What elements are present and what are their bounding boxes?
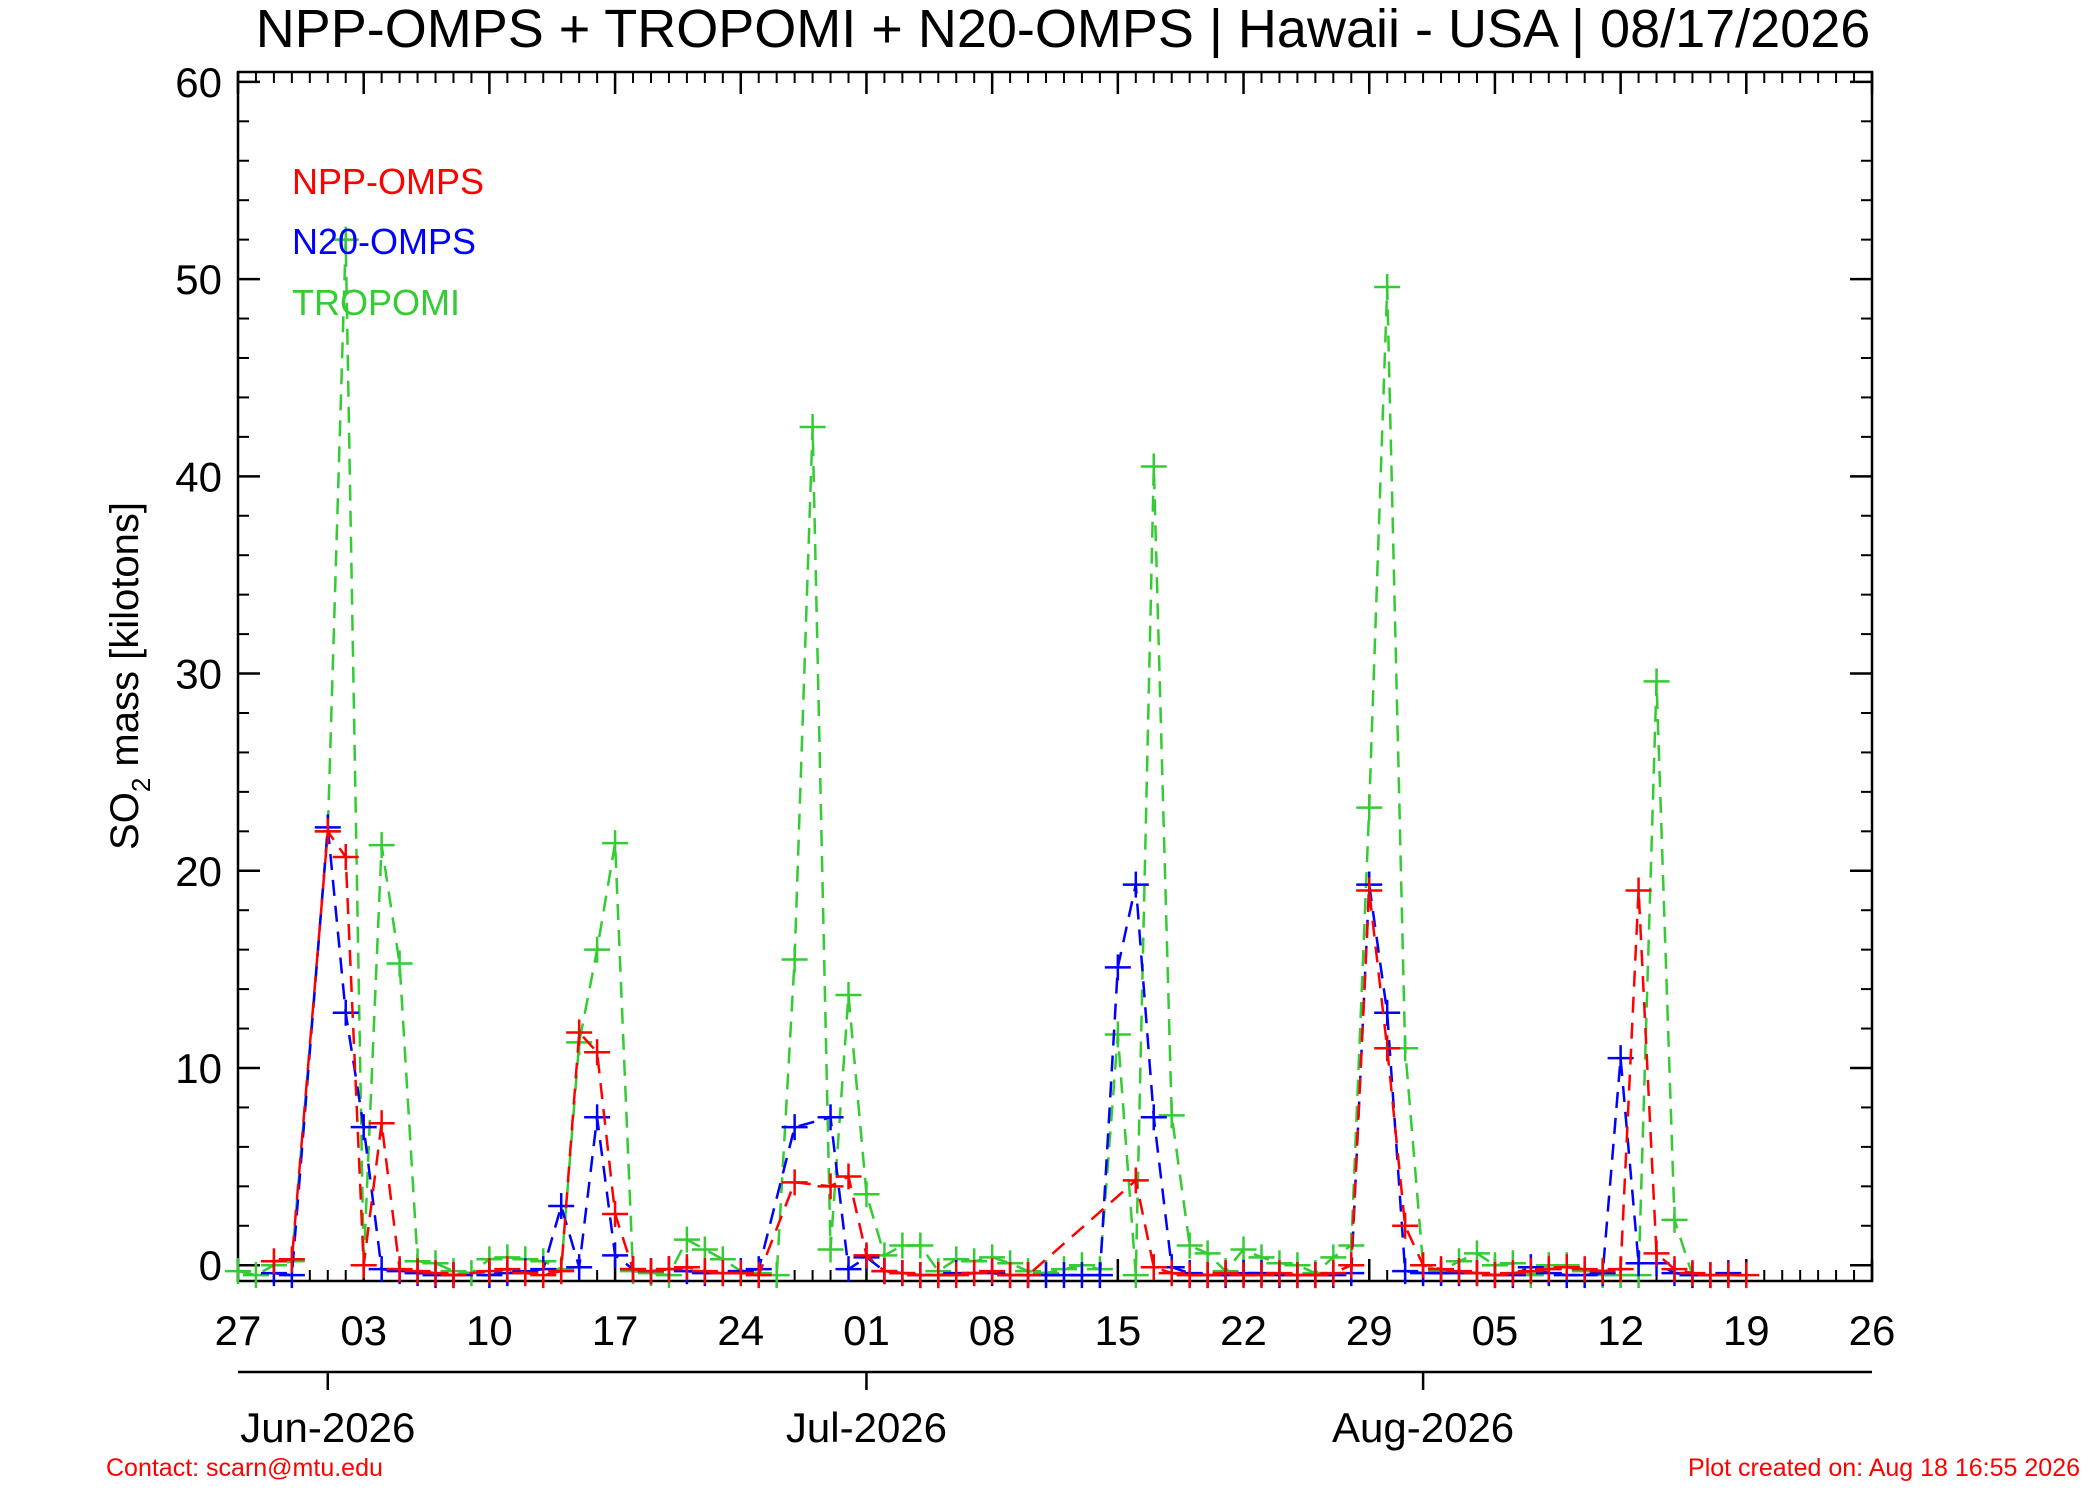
legend-tropomi: TROPOMI: [292, 282, 460, 323]
chart-title: NPP-OMPS + TROPOMI + N20-OMPS | Hawaii -…: [256, 0, 1871, 59]
data-point-N20-OMPS-2026-07-17: [1140, 1104, 1167, 1131]
footer-created: Plot created on: Aug 18 16:55 2026: [1688, 1454, 2080, 1482]
data-point-NPP-OMPS-2026-07-20: [1194, 1262, 1221, 1289]
data-point-NPP-OMPS-2026-06-18: [620, 1256, 647, 1283]
footer-contact: Contact: scarn@mtu.edu: [106, 1454, 383, 1482]
data-point-TROPOMI-2026-06-28: [799, 414, 826, 441]
data-point-TROPOMI-2026-06-27: [781, 946, 808, 973]
data-point-TROPOMI-2026-06-30: [835, 982, 862, 1009]
data-point-NPP-OMPS-2026-08-13: [1625, 877, 1652, 904]
y-axis-label-rest: mass [kilotons]: [103, 502, 147, 778]
data-point-NPP-OMPS-2026-05-30: [278, 1246, 305, 1273]
y-axis-label: SO2 mass [kilotons]: [103, 502, 156, 850]
data-point-NPP-OMPS-2026-06-17: [602, 1200, 629, 1227]
data-point-TROPOMI-2026-06-04: [368, 832, 395, 859]
series-line-TROPOMI: [237, 239, 1694, 1277]
x-tick-label-2026-07-29: 29: [1346, 1307, 1393, 1354]
data-point-NPP-OMPS-2026-07-31: [1392, 1212, 1419, 1239]
data-point-N20-OMPS-2026-06-16: [584, 1104, 611, 1131]
data-point-TROPOMI-2026-07-29: [1356, 794, 1383, 821]
data-point-NPP-OMPS-2026-06-27: [781, 1169, 808, 1196]
data-point-NPP-OMPS-2026-06-02: [332, 843, 359, 870]
data-point-NPP-OMPS-2026-07-30: [1374, 1035, 1401, 1062]
data-point-TROPOMI-2026-07-17: [1140, 453, 1167, 480]
month-axis: Jun-2026 Jul-2026 Aug-2026: [238, 1370, 1872, 1451]
x-tick-label-2026-08-12: 12: [1597, 1307, 1644, 1354]
data-point-TROPOMI-2026-06-05: [386, 950, 413, 977]
x-tick-label-2026-07-01: 01: [843, 1307, 890, 1354]
data-point-N20-OMPS-2026-06-03: [350, 1114, 377, 1141]
x-tick-label-2026-07-08: 08: [969, 1307, 1016, 1354]
so2-chart: NPP-OMPS + TROPOMI + N20-OMPS | Hawaii -…: [103, 0, 2080, 1482]
data-point-N20-OMPS-2026-06-30: [835, 1256, 862, 1283]
data-point-NPP-OMPS-2026-08-12: [1607, 1256, 1634, 1283]
data-point-TROPOMI-2026-08-15: [1661, 1206, 1688, 1233]
y-tick-label-20: 20: [175, 848, 222, 895]
legend: NPP-OMPS N20-OMPS TROPOMI: [292, 161, 484, 323]
month-label-Aug-2026: Aug-2026: [1332, 1404, 1514, 1451]
x-tick-label-2026-07-22: 22: [1220, 1307, 1267, 1354]
data-point-N20-OMPS-2026-06-17: [602, 1242, 629, 1269]
month-label-Jun-2026: Jun-2026: [240, 1404, 415, 1451]
data-point-TROPOMI-2026-06-29: [817, 1236, 844, 1263]
data-point-TROPOMI-2026-07-04: [907, 1232, 934, 1259]
x-tick-label-2026-06-10: 10: [466, 1307, 513, 1354]
data-point-N20-OMPS-2026-07-15: [1104, 954, 1131, 981]
data-point-TROPOMI-2026-07-18: [1158, 1102, 1185, 1129]
series-line-N20-OMPS: [273, 827, 1729, 1277]
month-label-Jul-2026: Jul-2026: [786, 1404, 947, 1451]
data-point-NPP-OMPS-2026-06-04: [368, 1110, 395, 1137]
data-point-NPP-OMPS-2026-08-08: [1535, 1256, 1562, 1283]
series-layer: [225, 226, 1760, 1289]
data-point-NPP-OMPS-2026-06-20: [655, 1256, 682, 1283]
data-point-NPP-OMPS-2026-08-19: [1733, 1262, 1760, 1289]
x-tick-label-2026-06-03: 03: [340, 1307, 387, 1354]
series-TROPOMI: [225, 226, 1706, 1289]
data-point-NPP-OMPS-2026-07-16: [1122, 1167, 1149, 1194]
data-point-NPP-OMPS-2026-06-25: [745, 1262, 772, 1289]
data-point-TROPOMI-2026-07-30: [1374, 273, 1401, 300]
data-point-TROPOMI-2026-07-15: [1104, 1021, 1131, 1048]
plot-frame: [236, 70, 1874, 1283]
y-tick-label-40: 40: [175, 453, 222, 500]
data-point-N20-OMPS-2026-07-30: [1374, 999, 1401, 1026]
x-tick-label-2026-08-05: 05: [1472, 1307, 1519, 1354]
data-point-TROPOMI-2026-06-16: [584, 936, 611, 963]
x-tick-label-2026-05-27: 27: [215, 1307, 262, 1354]
x-tick-label-2026-08-26: 26: [1849, 1307, 1896, 1354]
x-tick-label-2026-06-24: 24: [717, 1307, 764, 1354]
data-point-NPP-OMPS-2026-07-23: [1248, 1262, 1275, 1289]
y-axis-label-subscript: 2: [126, 778, 156, 792]
x-tick-label-2026-07-15: 15: [1094, 1307, 1141, 1354]
y-tick-label-10: 10: [175, 1045, 222, 1092]
y-tick-label-30: 30: [175, 651, 222, 698]
series-NPP-OMPS: [260, 818, 1760, 1289]
y-tick-label-60: 60: [175, 59, 222, 106]
y-tick-label-0: 0: [199, 1242, 222, 1289]
data-point-TROPOMI-2026-06-17: [602, 830, 629, 857]
data-point-TROPOMI-2026-07-01: [853, 1181, 880, 1208]
data-point-NPP-OMPS-2026-07-29: [1356, 877, 1383, 904]
x-tick-label-2026-06-17: 17: [592, 1307, 639, 1354]
x-tick-label-2026-08-19: 19: [1723, 1307, 1770, 1354]
data-point-N20-OMPS-2026-06-15: [566, 1254, 593, 1281]
data-point-N20-OMPS-2026-06-02: [332, 999, 359, 1026]
y-tick-label-50: 50: [175, 256, 222, 303]
data-point-NPP-OMPS-2026-06-03: [350, 1252, 377, 1279]
legend-n20-omps: N20-OMPS: [292, 221, 476, 262]
data-point-TROPOMI-2026-08-14: [1643, 668, 1670, 695]
legend-npp-omps: NPP-OMPS: [292, 161, 484, 202]
data-point-N20-OMPS-2026-06-14: [548, 1193, 575, 1220]
data-point-NPP-OMPS-2026-08-10: [1571, 1256, 1598, 1283]
data-point-NPP-OMPS-2026-06-01: [314, 818, 341, 845]
data-point-NPP-OMPS-2026-06-13: [530, 1262, 557, 1289]
series-N20-OMPS: [260, 814, 1742, 1289]
y-axis-label-main: SO: [103, 792, 147, 850]
series-line-NPP-OMPS: [273, 827, 1747, 1277]
